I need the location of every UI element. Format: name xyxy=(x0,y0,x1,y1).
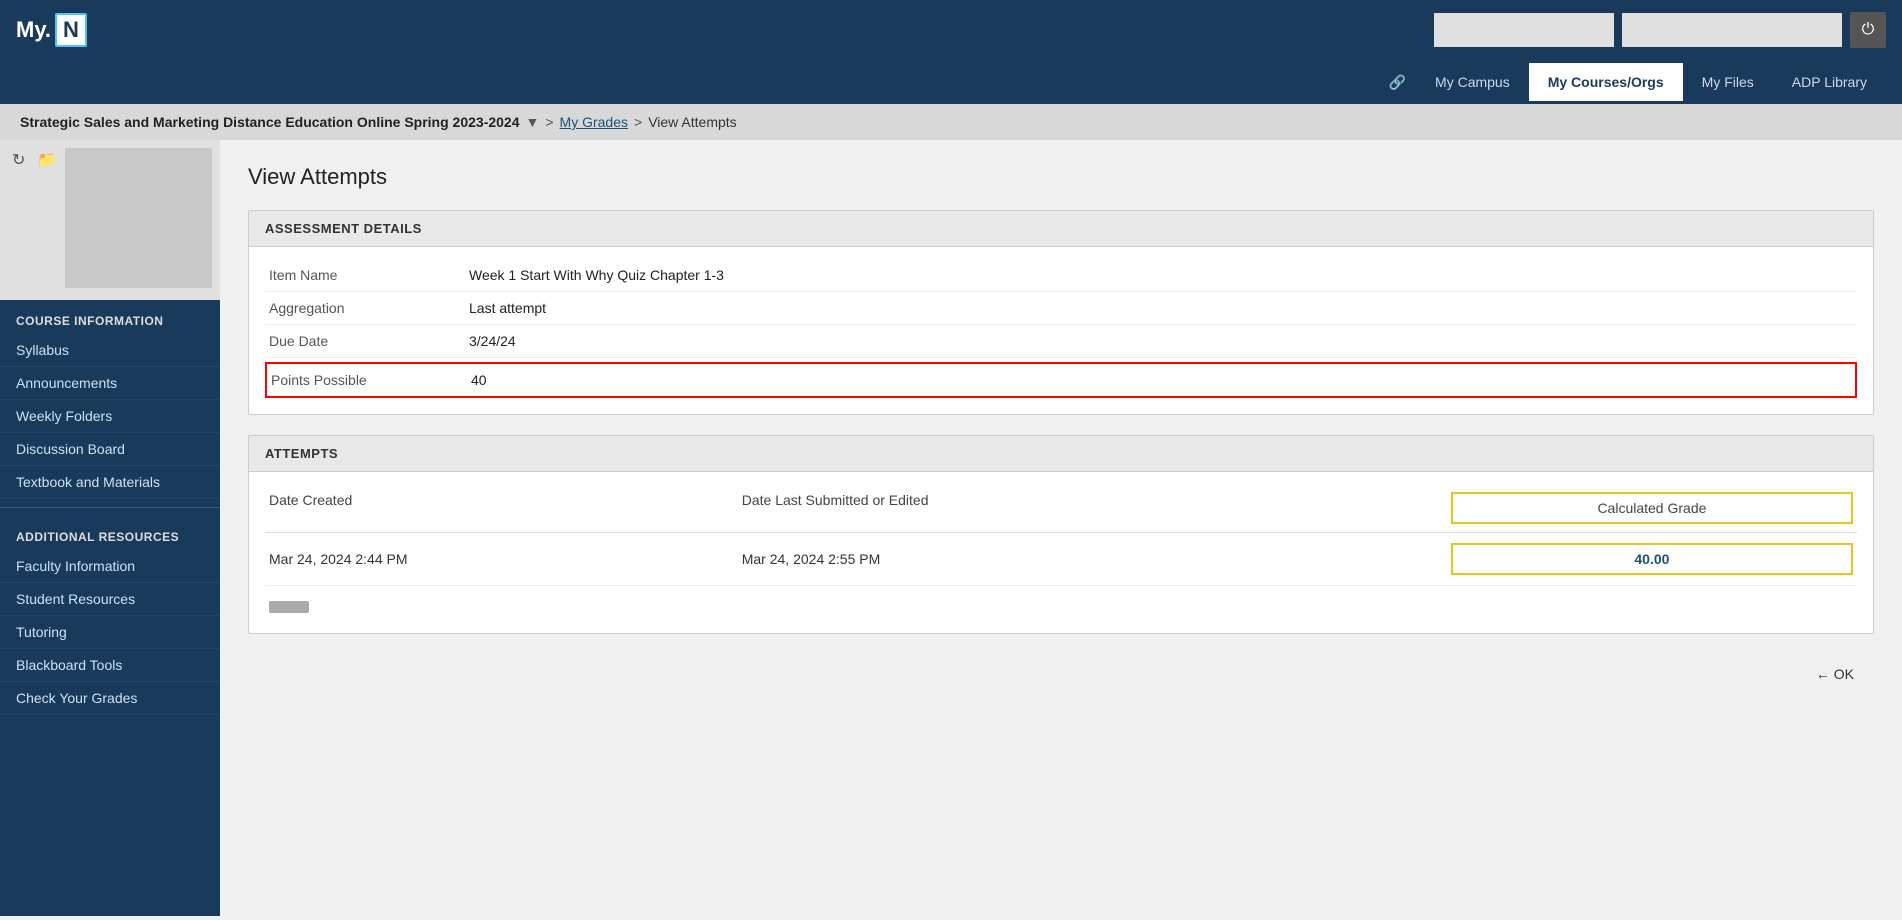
breadcrumb-sep1: > xyxy=(545,114,553,130)
val-date-submitted-1: Mar 24, 2024 2:55 PM xyxy=(742,551,1451,567)
sidebar-item-faculty-information[interactable]: Faculty Information xyxy=(0,550,220,583)
nav-adp-library[interactable]: ADP Library xyxy=(1773,63,1886,101)
main-layout: ↻ 📁 COURSE INFORMATION Syllabus Announce… xyxy=(0,140,1902,916)
sidebar-item-discussion-board[interactable]: Discussion Board xyxy=(0,433,220,466)
value-item-name: Week 1 Start With Why Quiz Chapter 1-3 xyxy=(469,267,724,283)
col-header-date-created: Date Created xyxy=(269,492,742,524)
nav-bar: 🔗 My Campus My Courses/Orgs My Files ADP… xyxy=(0,60,1902,104)
sidebar-item-blackboard-tools[interactable]: Blackboard Tools xyxy=(0,649,220,682)
breadcrumb-grades-link[interactable]: My Grades xyxy=(560,114,628,130)
attempts-button-row xyxy=(265,586,1857,621)
sidebar-divider xyxy=(0,507,220,508)
search-input-2[interactable] xyxy=(1622,13,1842,47)
power-button[interactable]: ⏻ xyxy=(1850,12,1886,48)
content-area: View Attempts ASSESSMENT DETAILS Item Na… xyxy=(220,140,1902,916)
sidebar-folder-button[interactable]: 📁 xyxy=(33,148,61,172)
logo-n-text: N xyxy=(55,13,87,47)
col-header-calculated-grade: Calculated Grade xyxy=(1451,492,1853,524)
label-points-possible: Points Possible xyxy=(271,372,471,388)
attempts-header: ATTEMPTS xyxy=(249,436,1873,472)
assessment-details-card: ASSESSMENT DETAILS Item Name Week 1 Star… xyxy=(248,210,1874,415)
breadcrumb-sep2: > xyxy=(634,114,642,130)
ok-arrow: ← xyxy=(1816,666,1830,682)
val-calculated-grade-1: 40.00 xyxy=(1451,543,1853,575)
value-due-date: 3/24/24 xyxy=(469,333,516,349)
ok-link[interactable]: ← OK xyxy=(1816,666,1854,682)
detail-row-item-name: Item Name Week 1 Start With Why Quiz Cha… xyxy=(265,259,1857,292)
breadcrumb-dropdown[interactable]: ▼ xyxy=(526,114,540,130)
val-date-created-1: Mar 24, 2024 2:44 PM xyxy=(269,551,742,567)
attempts-table: Date Created Date Last Submitted or Edit… xyxy=(249,472,1873,633)
sidebar-item-check-your-grades[interactable]: Check Your Grades xyxy=(0,682,220,715)
nav-my-courses-orgs[interactable]: My Courses/Orgs xyxy=(1529,63,1683,101)
details-table: Item Name Week 1 Start With Why Quiz Cha… xyxy=(249,247,1873,414)
attempts-card: ATTEMPTS Date Created Date Last Submitte… xyxy=(248,435,1874,634)
nav-my-files[interactable]: My Files xyxy=(1683,63,1773,101)
sidebar-top: ↻ 📁 xyxy=(0,140,220,300)
sidebar-item-tutoring[interactable]: Tutoring xyxy=(0,616,220,649)
sidebar-item-announcements[interactable]: Announcements xyxy=(0,367,220,400)
detail-row-due-date: Due Date 3/24/24 xyxy=(265,325,1857,358)
top-header: My. N ⏻ xyxy=(0,0,1902,60)
label-due-date: Due Date xyxy=(269,333,469,349)
page-title: View Attempts xyxy=(248,164,1874,190)
view-attempt-button[interactable] xyxy=(269,601,309,613)
ok-label: OK xyxy=(1834,666,1854,682)
sidebar-item-syllabus[interactable]: Syllabus xyxy=(0,334,220,367)
value-aggregation: Last attempt xyxy=(469,300,546,316)
value-points-possible: 40 xyxy=(471,372,487,388)
logo-my-text: My. xyxy=(16,17,51,43)
sidebar-refresh-button[interactable]: ↻ xyxy=(8,148,29,172)
sidebar: ↻ 📁 COURSE INFORMATION Syllabus Announce… xyxy=(0,140,220,916)
sidebar-item-textbook-materials[interactable]: Textbook and Materials xyxy=(0,466,220,499)
assessment-details-header: ASSESSMENT DETAILS xyxy=(249,211,1873,247)
sidebar-item-weekly-folders[interactable]: Weekly Folders xyxy=(0,400,220,433)
course-info-title: COURSE INFORMATION xyxy=(0,300,220,334)
col-header-date-submitted: Date Last Submitted or Edited xyxy=(742,492,1451,524)
attempts-header-row: Date Created Date Last Submitted or Edit… xyxy=(265,484,1857,533)
detail-row-aggregation: Aggregation Last attempt xyxy=(265,292,1857,325)
detail-row-points-possible: Points Possible 40 xyxy=(265,362,1857,398)
label-item-name: Item Name xyxy=(269,267,469,283)
attempts-data-row-1: Mar 24, 2024 2:44 PM Mar 24, 2024 2:55 P… xyxy=(265,533,1857,586)
pin-icon: 🔗 xyxy=(1379,64,1416,101)
top-right-controls: ⏻ xyxy=(1434,12,1886,48)
ok-bar: ← OK xyxy=(248,654,1874,682)
logo: My. N xyxy=(16,13,87,47)
breadcrumb-course: Strategic Sales and Marketing Distance E… xyxy=(20,114,520,130)
breadcrumb: Strategic Sales and Marketing Distance E… xyxy=(0,104,1902,140)
sidebar-item-student-resources[interactable]: Student Resources xyxy=(0,583,220,616)
additional-resources-title: ADDITIONAL RESOURCES xyxy=(0,516,220,550)
breadcrumb-current: View Attempts xyxy=(648,114,736,130)
search-input-1[interactable] xyxy=(1434,13,1614,47)
sidebar-image-placeholder xyxy=(65,148,212,288)
nav-my-campus[interactable]: My Campus xyxy=(1416,63,1529,101)
label-aggregation: Aggregation xyxy=(269,300,469,316)
